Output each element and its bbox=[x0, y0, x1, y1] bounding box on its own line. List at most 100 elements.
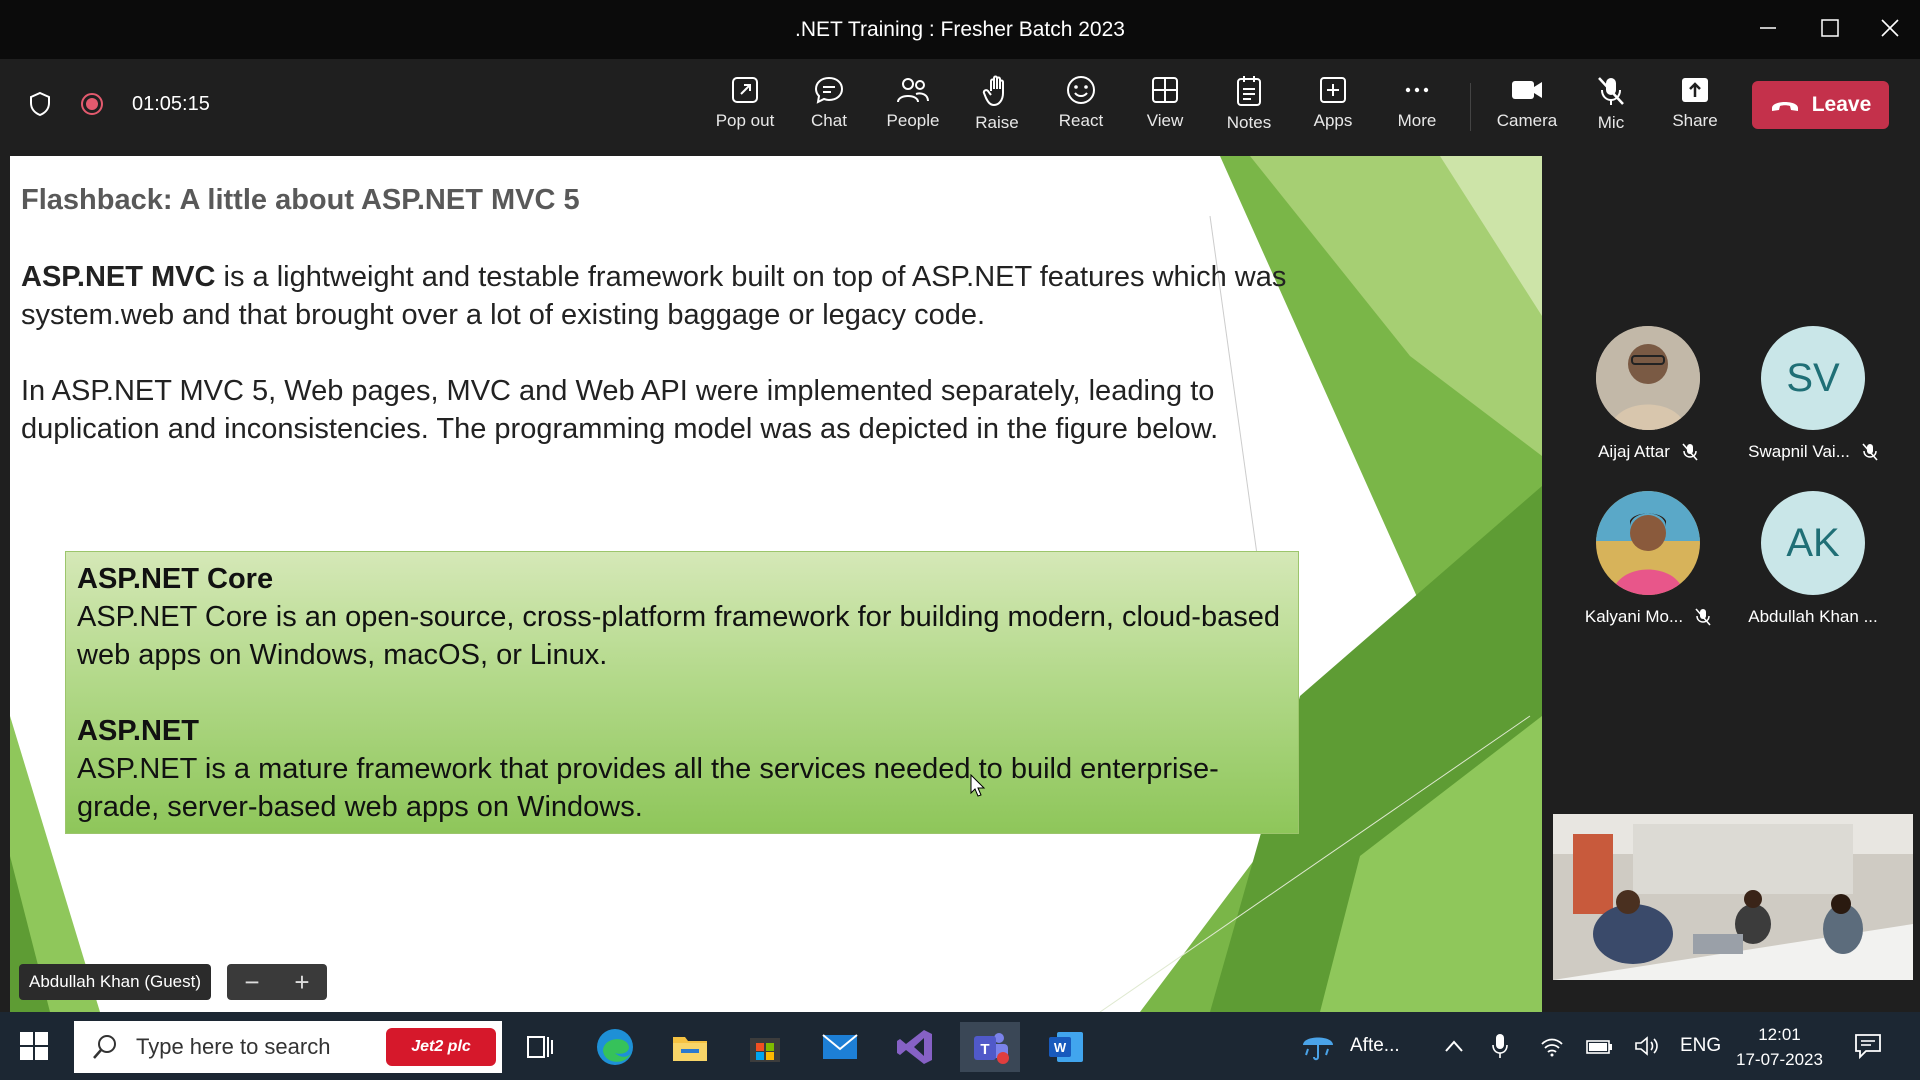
taskbar-store[interactable] bbox=[735, 1022, 795, 1072]
toolbar-share[interactable]: Share bbox=[1655, 75, 1735, 131]
windows-start-icon[interactable] bbox=[20, 1032, 48, 1060]
office-video-feed bbox=[1553, 814, 1913, 980]
participant-name: Kalyani Mo... bbox=[1584, 607, 1684, 626]
box-text-core: ASP.NET Core is an open-source, cross-pl… bbox=[77, 601, 1280, 671]
close-button[interactable] bbox=[1870, 10, 1910, 46]
toolbar-people[interactable]: People bbox=[873, 75, 953, 131]
leave-button[interactable]: Leave bbox=[1752, 81, 1889, 129]
toolbar-label: React bbox=[1058, 111, 1104, 130]
store-icon bbox=[750, 1038, 780, 1062]
toolbar-raise[interactable]: Raise bbox=[957, 75, 1037, 133]
participant-tile[interactable]: Aijaj Attar bbox=[1573, 326, 1723, 462]
maximize-icon bbox=[1821, 19, 1839, 37]
toolbar-mic[interactable]: Mic bbox=[1571, 75, 1651, 133]
clock-date: 17-07-2023 bbox=[1736, 1050, 1823, 1069]
notifications-button[interactable] bbox=[1854, 1012, 1882, 1080]
taskbar-file-explorer[interactable] bbox=[660, 1022, 720, 1072]
avatar: SV bbox=[1761, 326, 1865, 430]
toolbar-view[interactable]: View bbox=[1125, 75, 1205, 131]
zoom-out-button[interactable]: − bbox=[244, 967, 259, 998]
mic-muted-icon bbox=[1695, 608, 1711, 626]
tray-battery[interactable] bbox=[1586, 1012, 1614, 1080]
volume-icon bbox=[1635, 1036, 1658, 1056]
camera-icon bbox=[1512, 81, 1542, 99]
participant-name: Abdullah Khan ... bbox=[1748, 607, 1878, 626]
leave-label: Leave bbox=[1811, 93, 1872, 116]
task-view-button[interactable] bbox=[510, 1022, 570, 1072]
teams-icon: T bbox=[974, 1033, 1009, 1064]
participant-photo bbox=[1596, 326, 1700, 430]
toolbar-notes[interactable]: Notes bbox=[1209, 75, 1289, 133]
tray-wifi[interactable] bbox=[1540, 1012, 1564, 1080]
toolbar-label: Apps bbox=[1313, 111, 1353, 130]
participant-tile[interactable]: AK Abdullah Khan ... bbox=[1738, 491, 1888, 627]
slide-bold-term: ASP.NET MVC bbox=[21, 261, 216, 293]
show-hidden-icons[interactable] bbox=[1444, 1012, 1464, 1080]
visual-studio-icon bbox=[897, 1030, 932, 1064]
participant-photo bbox=[1596, 491, 1700, 595]
mic-muted-icon bbox=[1598, 77, 1624, 105]
taskbar-teams[interactable]: T bbox=[960, 1022, 1020, 1072]
word-icon: W bbox=[1049, 1032, 1083, 1062]
hang-up-icon bbox=[1771, 102, 1798, 111]
toolbar-react[interactable]: React bbox=[1041, 75, 1121, 131]
toolbar-label: View bbox=[1146, 111, 1184, 130]
participant-tile[interactable]: SV Swapnil Vai... bbox=[1738, 326, 1888, 462]
react-icon bbox=[1067, 76, 1095, 104]
toolbar-chat[interactable]: Chat bbox=[789, 75, 869, 131]
taskbar-search[interactable]: Type here to search Jet2 plc bbox=[74, 1021, 502, 1073]
toolbar-divider bbox=[1470, 83, 1471, 131]
people-icon bbox=[897, 78, 929, 103]
toolbar-pop-out[interactable]: Pop out bbox=[705, 75, 785, 131]
shield-icon[interactable] bbox=[28, 91, 52, 117]
toolbar-label: Pop out bbox=[715, 111, 775, 130]
taskbar-word[interactable]: W bbox=[1036, 1022, 1096, 1072]
toolbar-label: More bbox=[1397, 111, 1437, 130]
box-heading-core: ASP.NET Core bbox=[77, 563, 274, 595]
box-heading-aspnet: ASP.NET bbox=[77, 715, 199, 747]
participant-name: Aijaj Attar bbox=[1598, 442, 1670, 461]
participant-name: Swapnil Vai... bbox=[1748, 442, 1850, 461]
weather-widget[interactable]: Afte... bbox=[1300, 1012, 1400, 1080]
participant-tile[interactable]: Kalyani Mo... bbox=[1573, 491, 1723, 627]
slide-paragraph-mvc: ASP.NET MVC is a lightweight and testabl… bbox=[21, 258, 1361, 334]
raise-hand-icon bbox=[982, 75, 1004, 107]
avatar bbox=[1596, 326, 1700, 430]
taskbar-mail[interactable] bbox=[810, 1022, 870, 1072]
slide-title: Flashback: A little about ASP.NET MVC 5 bbox=[21, 184, 580, 216]
meeting-timer: 01:05:15 bbox=[132, 92, 210, 115]
tray-microphone[interactable] bbox=[1492, 1012, 1508, 1080]
aspnet-comparison-box: ASP.NET Core ASP.NET Core is an open-sou… bbox=[65, 551, 1299, 834]
pop-out-icon bbox=[732, 77, 758, 103]
search-promo-badge[interactable]: Jet2 plc bbox=[386, 1028, 496, 1066]
notification-icon bbox=[1855, 1034, 1881, 1059]
notes-icon bbox=[1237, 76, 1261, 106]
tray-language[interactable]: ENG bbox=[1680, 1012, 1721, 1080]
window-title: .NET Training : Fresher Batch 2023 bbox=[795, 18, 1125, 41]
toolbar-more[interactable]: More bbox=[1377, 75, 1457, 131]
avatar bbox=[1596, 491, 1700, 595]
language-indicator: ENG bbox=[1680, 1035, 1722, 1056]
taskbar-visual-studio[interactable] bbox=[885, 1022, 945, 1072]
toolbar-apps[interactable]: Apps bbox=[1293, 75, 1373, 131]
toolbar-camera[interactable]: Camera bbox=[1487, 75, 1567, 131]
mic-muted-icon bbox=[1862, 443, 1878, 461]
toolbar-label: Share bbox=[1672, 111, 1718, 130]
zoom-in-button[interactable]: + bbox=[294, 967, 309, 998]
presenter-name-tag: Abdullah Khan (Guest) bbox=[19, 964, 211, 1000]
taskbar-clock[interactable]: 12:01 17-07-2023 bbox=[1736, 1022, 1823, 1072]
chevron-up-icon bbox=[1445, 1040, 1463, 1052]
minimize-button[interactable] bbox=[1748, 10, 1788, 46]
minimize-icon bbox=[1760, 27, 1776, 29]
toolbar-label: People bbox=[886, 111, 940, 130]
self-video-preview[interactable] bbox=[1553, 814, 1913, 980]
title-bar: .NET Training : Fresher Batch 2023 bbox=[0, 0, 1920, 59]
tray-volume[interactable] bbox=[1634, 1012, 1660, 1080]
toolbar-label: Notes bbox=[1226, 113, 1272, 132]
maximize-button[interactable] bbox=[1810, 10, 1850, 46]
share-icon bbox=[1682, 78, 1708, 102]
microphone-icon bbox=[1492, 1034, 1508, 1058]
taskbar-edge[interactable] bbox=[585, 1022, 645, 1072]
wifi-icon bbox=[1541, 1038, 1563, 1057]
svg-text:W: W bbox=[1054, 1040, 1067, 1055]
